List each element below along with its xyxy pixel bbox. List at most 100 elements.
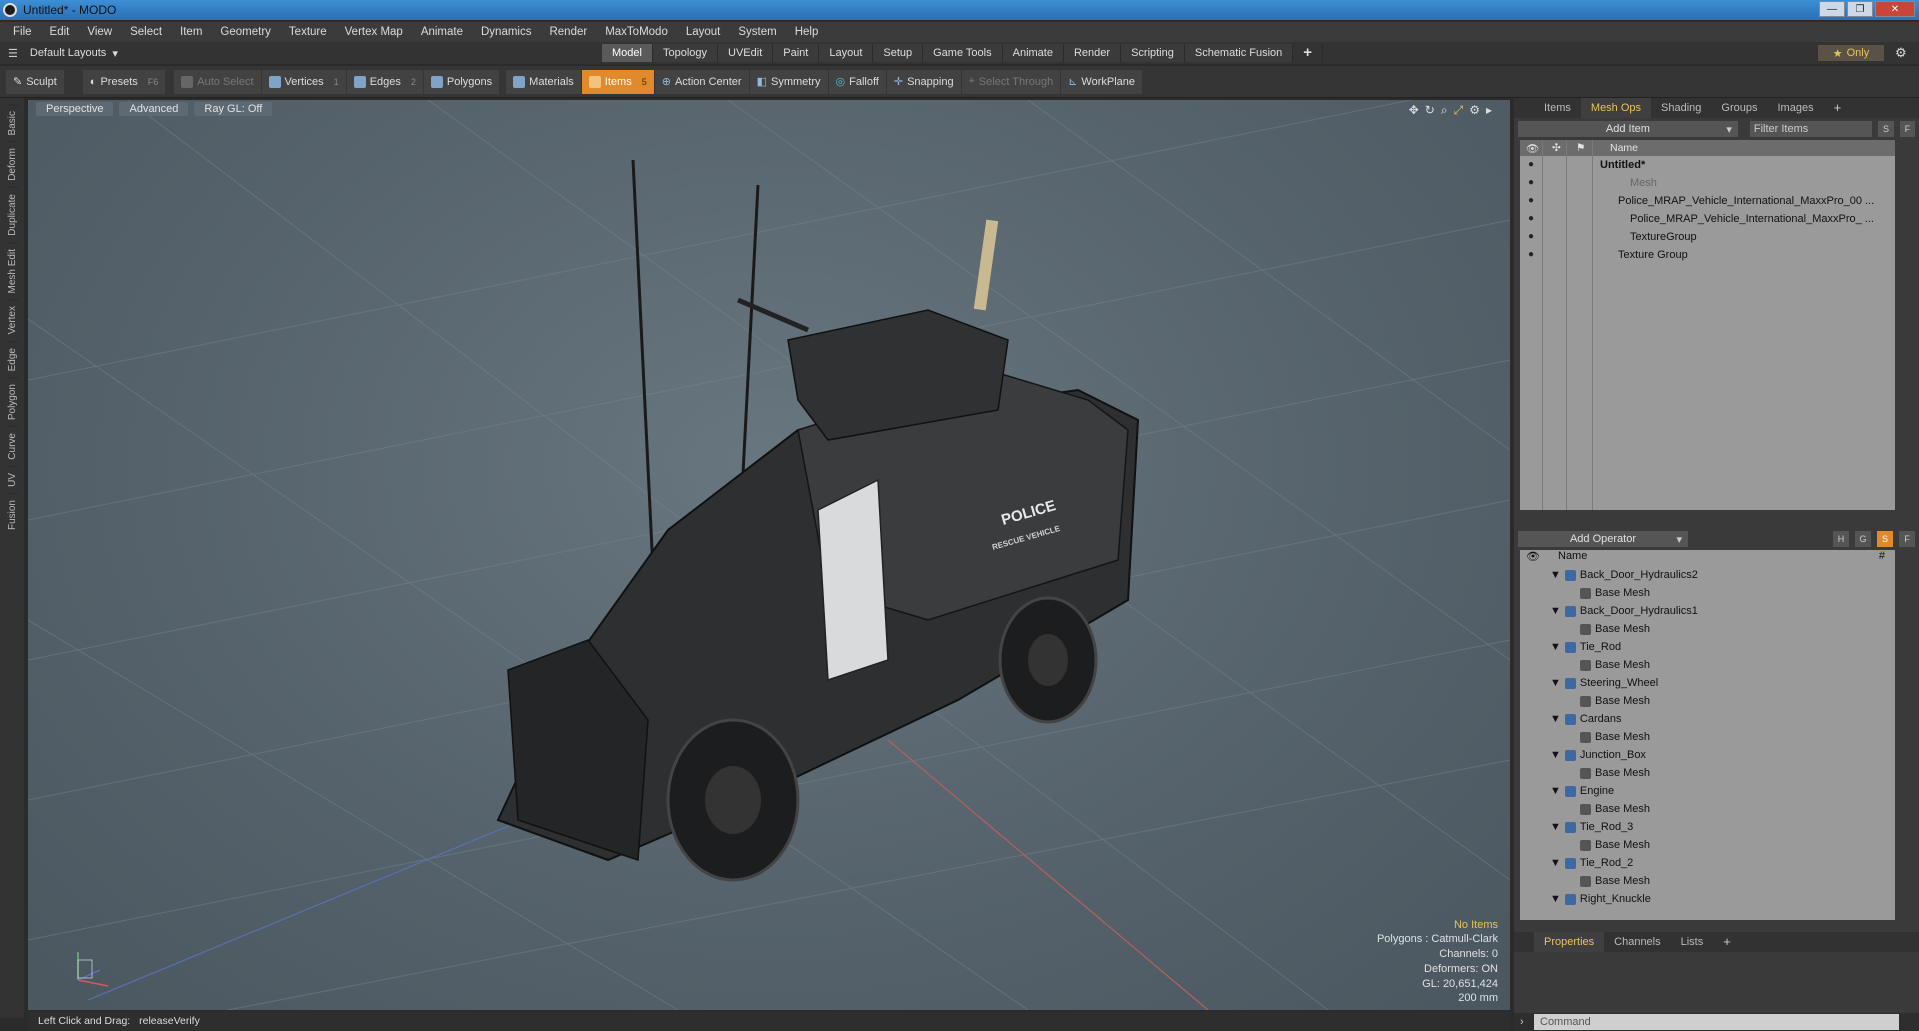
eye-icon[interactable]: ● [1524,213,1538,225]
ops-h-button[interactable]: H [1833,531,1849,547]
rotate-icon[interactable]: ↻ [1425,103,1435,118]
tab-shading[interactable]: Shading [1651,98,1711,118]
tab-animate[interactable]: Animate [1002,44,1064,62]
palette-tab-fusion[interactable]: Fusion [6,492,18,536]
tree-row-police-mrap-group[interactable]: ● Police_MRAP_Vehicle_International_MaxxP… [1520,192,1895,210]
op-row[interactable]: ▼ Tie_Rod [1520,638,1895,656]
menu-geometry[interactable]: Geometry [211,26,280,38]
tab-render[interactable]: Render [1063,44,1122,62]
sculpt-button[interactable]: ✎ Sculpt [6,69,64,94]
action-center-button[interactable]: ⊕ Action Center [654,69,749,94]
menu-edit[interactable]: Edit [41,26,79,38]
tab-channels[interactable]: Channels [1604,932,1670,952]
tree-row-mesh[interactable]: ● Mesh [1520,174,1895,192]
palette-tab-edge[interactable]: Edge [6,340,18,378]
expand-icon[interactable]: ▼ [1550,605,1561,617]
expand-icon[interactable]: ▼ [1550,857,1561,869]
workplane-button[interactable]: ⊾ WorkPlane [1061,69,1143,94]
expand-icon[interactable]: ▼ [1550,821,1561,833]
tab-images[interactable]: Images [1768,98,1824,118]
add-tab-button[interactable]: + [1293,44,1324,62]
tab-uvedit[interactable]: UVEdit [718,44,774,62]
menu-dynamics[interactable]: Dynamics [472,26,540,38]
op-child-row[interactable]: Base Mesh [1520,620,1895,638]
presets-button[interactable]: ◐ Presets F6 [82,69,166,94]
layout-selector[interactable]: Default Layouts ▾ [30,47,118,60]
tab-scripting[interactable]: Scripting [1121,44,1185,62]
add-operator-button[interactable]: Add Operator [1518,531,1688,547]
materials-button[interactable]: Materials [506,69,581,94]
tree-row-untitled[interactable]: ● Untitled* [1520,156,1895,174]
expand-icon[interactable]: ▼ [1550,677,1561,689]
expand-icon[interactable]: ▼ [1550,785,1561,797]
menu-help[interactable]: Help [786,26,828,38]
falloff-button[interactable]: ◎ Falloff [828,69,886,94]
expand-icon[interactable]: ▼ [1550,569,1561,581]
items-f-button[interactable]: F [1899,121,1915,137]
op-row[interactable]: ▼ Right_Knuckle [1520,890,1895,908]
op-child-row[interactable]: Base Mesh [1520,584,1895,602]
menu-render[interactable]: Render [540,26,596,38]
menu-vertex-map[interactable]: Vertex Map [336,26,412,38]
op-child-row[interactable]: Base Mesh [1520,764,1895,782]
palette-tab-polygon[interactable]: Polygon [6,377,18,427]
tab-topology[interactable]: Topology [652,44,719,62]
menu-view[interactable]: View [78,26,121,38]
tab-model[interactable]: Model [602,44,653,62]
layout-menu-icon[interactable]: ☰ [8,47,18,60]
select-through-button[interactable]: ⌖ Select Through [961,69,1061,94]
eye-icon[interactable]: ● [1524,231,1538,243]
op-row[interactable]: ▼ Cardans [1520,710,1895,728]
tree-row-texture-group[interactable]: ● Texture Group [1520,246,1895,264]
raygl-button[interactable]: Ray GL: Off [194,102,273,116]
palette-tab-vertex[interactable]: Vertex [6,299,18,341]
ops-f-button[interactable]: F [1899,531,1915,547]
tab-setup[interactable]: Setup [873,44,924,62]
viewport-menu-arrow-icon[interactable]: ▸ [1486,103,1492,118]
ops-s-button[interactable]: S [1877,531,1893,547]
expand-icon[interactable]: ▼ [1550,749,1561,761]
tab-game-tools[interactable]: Game Tools [923,44,1003,62]
op-child-row[interactable]: Base Mesh [1520,836,1895,854]
items-s-button[interactable]: S [1878,121,1894,137]
tab-properties[interactable]: Properties [1534,932,1605,952]
expand-icon[interactable]: ▼ [1550,713,1561,725]
items-button[interactable]: Items 5 [581,69,654,94]
view-mode-button[interactable]: Perspective [36,102,114,116]
op-child-row[interactable]: Base Mesh [1520,692,1895,710]
add-item-button[interactable]: Add Item [1518,121,1738,137]
menu-select[interactable]: Select [121,26,171,38]
snapping-button[interactable]: ✛ Snapping [886,69,961,94]
tab-mesh-ops[interactable]: Mesh Ops [1580,98,1652,118]
tree-row-texturegroup[interactable]: ● TextureGroup [1520,228,1895,246]
menu-item[interactable]: Item [171,26,211,38]
eye-icon[interactable]: ● [1524,249,1538,261]
shading-mode-button[interactable]: Advanced [119,102,189,116]
eye-icon[interactable]: ● [1524,177,1538,189]
eye-icon[interactable]: ● [1524,195,1538,207]
add-panel-tab-button[interactable]: + [1824,98,1852,118]
expand-icon[interactable]: ▼ [1550,641,1561,653]
menu-maxtomodo[interactable]: MaxToModo [596,26,677,38]
menu-layout[interactable]: Layout [677,26,730,38]
expand-icon[interactable]: ▼ [1550,893,1561,905]
viewport-gear-icon[interactable]: ⚙ [1469,103,1480,118]
tab-groups[interactable]: Groups [1711,98,1767,118]
op-row[interactable]: ▼ Back_Door_Hydraulics1 [1520,602,1895,620]
add-bottom-tab-button[interactable]: + [1713,932,1741,952]
tree-row-police-mrap-mesh[interactable]: ● Police_MRAP_Vehicle_International_MaxxP… [1520,210,1895,228]
filter-items-input[interactable]: Filter Items [1749,121,1873,137]
op-child-row[interactable]: Base Mesh [1520,800,1895,818]
menu-animate[interactable]: Animate [412,26,472,38]
3d-viewport[interactable]: POLICE RESCUE VEHICLE Perspective Advanc… [28,100,1510,1010]
minimize-button[interactable]: — [1819,1,1845,17]
command-input[interactable]: Command [1534,1014,1899,1030]
op-child-row[interactable]: Base Mesh [1520,656,1895,674]
close-button[interactable]: ✕ [1875,1,1915,17]
palette-tab-deform[interactable]: Deform [6,141,18,188]
palette-tab-duplicate[interactable]: Duplicate [6,187,18,242]
op-row[interactable]: ▼ Back_Door_Hydraulics2 [1520,566,1895,584]
op-row[interactable]: ▼ Junction_Box [1520,746,1895,764]
gear-icon[interactable]: ⚙ [1895,45,1907,61]
only-button[interactable]: ★ Only [1818,45,1884,61]
